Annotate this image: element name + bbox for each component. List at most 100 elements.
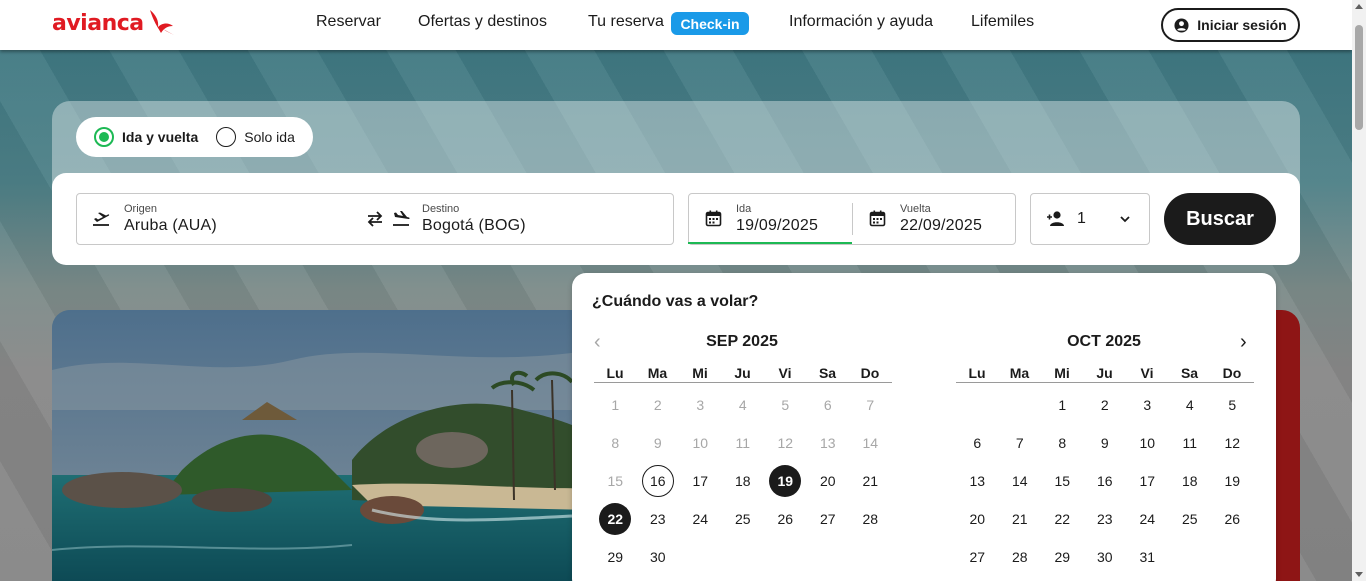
origin-label: Origen	[124, 203, 158, 215]
calendar-day: 13	[819, 435, 836, 451]
nav-tu-reserva[interactable]: Tu reserva	[588, 13, 664, 31]
calendar-day[interactable]: 29	[599, 541, 631, 573]
calendar-day[interactable]: 1	[1046, 389, 1078, 421]
origin-value[interactable]: Aruba (AUA)	[124, 217, 217, 235]
calendar-day[interactable]: 31	[1131, 541, 1163, 573]
calendar-day[interactable]: 26	[1216, 503, 1248, 535]
depart-value[interactable]: 19/09/2025	[736, 217, 818, 235]
calendar-day: 11	[735, 435, 751, 451]
calendar-day: 5	[781, 397, 790, 413]
weekday-label: Ju	[734, 365, 751, 381]
calendar-day[interactable]: 25	[727, 503, 759, 535]
login-button[interactable]: Iniciar sesión	[1161, 8, 1300, 42]
calendar-day[interactable]: 23	[642, 503, 674, 535]
calendar-day: 7	[866, 397, 875, 413]
calendar-day[interactable]: 12	[1216, 427, 1248, 459]
origin-field[interactable]: Origen Aruba (AUA)	[124, 203, 217, 235]
calendar-day[interactable]: 21	[854, 465, 886, 497]
return-value[interactable]: 22/09/2025	[900, 217, 982, 235]
calendar-day[interactable]: 4	[1174, 389, 1206, 421]
calendar-day: 3	[696, 397, 705, 413]
nav-informacion-y-ayuda[interactable]: Información y ayuda	[789, 13, 933, 31]
calendar-day[interactable]: 24	[684, 503, 716, 535]
logo-text: avianca	[52, 10, 144, 36]
calendar-day[interactable]: 19	[1216, 465, 1248, 497]
calendar-day[interactable]: 13	[961, 465, 993, 497]
nav-reservar[interactable]: Reservar	[316, 13, 381, 31]
radio-round-trip-label[interactable]: Ida y vuelta	[122, 129, 198, 145]
add-person-icon	[1047, 211, 1064, 226]
trip-type-selector: Ida y vuelta Solo ida	[76, 117, 313, 157]
promo-beach-image[interactable]	[52, 310, 592, 581]
nav-lifemiles[interactable]: Lifemiles	[971, 13, 1034, 31]
calendar-day[interactable]: 27	[812, 503, 844, 535]
destination-value[interactable]: Bogotá (BOG)	[422, 217, 526, 235]
calendar-day[interactable]: 30	[1089, 541, 1121, 573]
calendar-day[interactable]: 24	[1131, 503, 1163, 535]
swap-arrows-icon[interactable]	[365, 209, 385, 229]
calendar-day[interactable]: 27	[961, 541, 993, 573]
month-title-sep: SEP 2025	[706, 333, 778, 350]
calendar-day[interactable]: 17	[1131, 465, 1163, 497]
calendar-day: 14	[862, 435, 879, 451]
depart-label: Ida	[736, 203, 752, 215]
calendar-day[interactable]: 23	[1089, 503, 1121, 535]
calendar-day-selected[interactable]: 19	[769, 465, 802, 497]
calendar-day[interactable]: 17	[684, 465, 716, 497]
passengers-count: 1	[1077, 210, 1086, 227]
return-date-field[interactable]: Vuelta 22/09/2025	[900, 203, 982, 235]
calendar-day[interactable]: 7	[1004, 427, 1036, 459]
calendar-day[interactable]: 20	[961, 503, 993, 535]
calendar-day[interactable]: 16	[1089, 465, 1121, 497]
calendar-day[interactable]: 15	[1046, 465, 1078, 497]
calendar-title: ¿Cuándo vas a volar?	[592, 293, 759, 310]
nav-ofertas-y-destinos[interactable]: Ofertas y destinos	[418, 13, 547, 31]
avianca-logo[interactable]: avianca	[52, 9, 176, 37]
plane-takeoff-icon	[93, 212, 110, 226]
calendar-day[interactable]: 30	[642, 541, 674, 573]
calendar-day[interactable]: 29	[1046, 541, 1078, 573]
calendar-day[interactable]: 28	[854, 503, 886, 535]
checkin-badge[interactable]: Check-in	[671, 12, 749, 35]
weekday-label: Lu	[606, 365, 624, 381]
chevron-down-icon[interactable]	[1119, 213, 1131, 225]
calendar-day-today[interactable]: 16	[641, 465, 674, 497]
scroll-thumb[interactable]	[1355, 25, 1363, 130]
calendar-day: 2	[653, 397, 662, 413]
radio-round-trip[interactable]	[94, 127, 114, 147]
calendar-day[interactable]: 18	[727, 465, 759, 497]
calendar-day[interactable]: 18	[1174, 465, 1206, 497]
weekday-label: Mi	[1054, 365, 1070, 381]
scroll-up-arrow[interactable]	[1355, 4, 1363, 9]
depart-date-field[interactable]: Ida 19/09/2025	[736, 203, 818, 235]
plane-landing-icon	[393, 211, 410, 226]
scroll-down-arrow[interactable]	[1355, 572, 1363, 577]
calendar-day[interactable]: 14	[1004, 465, 1036, 497]
calendar-day[interactable]: 3	[1131, 389, 1163, 421]
calendar-day[interactable]: 8	[1046, 427, 1078, 459]
calendar-day[interactable]: 10	[1131, 427, 1163, 459]
calendar-day[interactable]: 11	[1174, 427, 1206, 459]
radio-one-way[interactable]	[216, 127, 237, 147]
calendar-day[interactable]: 26	[769, 503, 801, 535]
calendar-day[interactable]: 20	[812, 465, 844, 497]
calendar-icon	[705, 210, 722, 227]
calendar-day[interactable]: 9	[1089, 427, 1121, 459]
calendar-day-selected[interactable]: 22	[599, 503, 632, 535]
radio-one-way-label[interactable]: Solo ida	[244, 129, 295, 145]
calendar-day[interactable]: 25	[1174, 503, 1206, 535]
calendar-day[interactable]: 5	[1216, 389, 1248, 421]
calendar-day[interactable]: 21	[1004, 503, 1036, 535]
calendar-day[interactable]: 2	[1089, 389, 1121, 421]
calendar-day[interactable]: 22	[1046, 503, 1078, 535]
promo-red-banner[interactable]	[1272, 310, 1300, 581]
page-scrollbar[interactable]	[1352, 0, 1366, 581]
destination-field[interactable]: Destino Bogotá (BOG)	[422, 203, 526, 235]
calendar-day: 8	[611, 435, 620, 451]
weekday-label: Vi	[778, 365, 792, 381]
weekday-label: Do	[1222, 365, 1242, 381]
calendar-day: 12	[777, 435, 794, 451]
calendar-day[interactable]: 6	[961, 427, 993, 459]
search-button[interactable]: Buscar	[1164, 193, 1276, 245]
calendar-day[interactable]: 28	[1004, 541, 1036, 573]
